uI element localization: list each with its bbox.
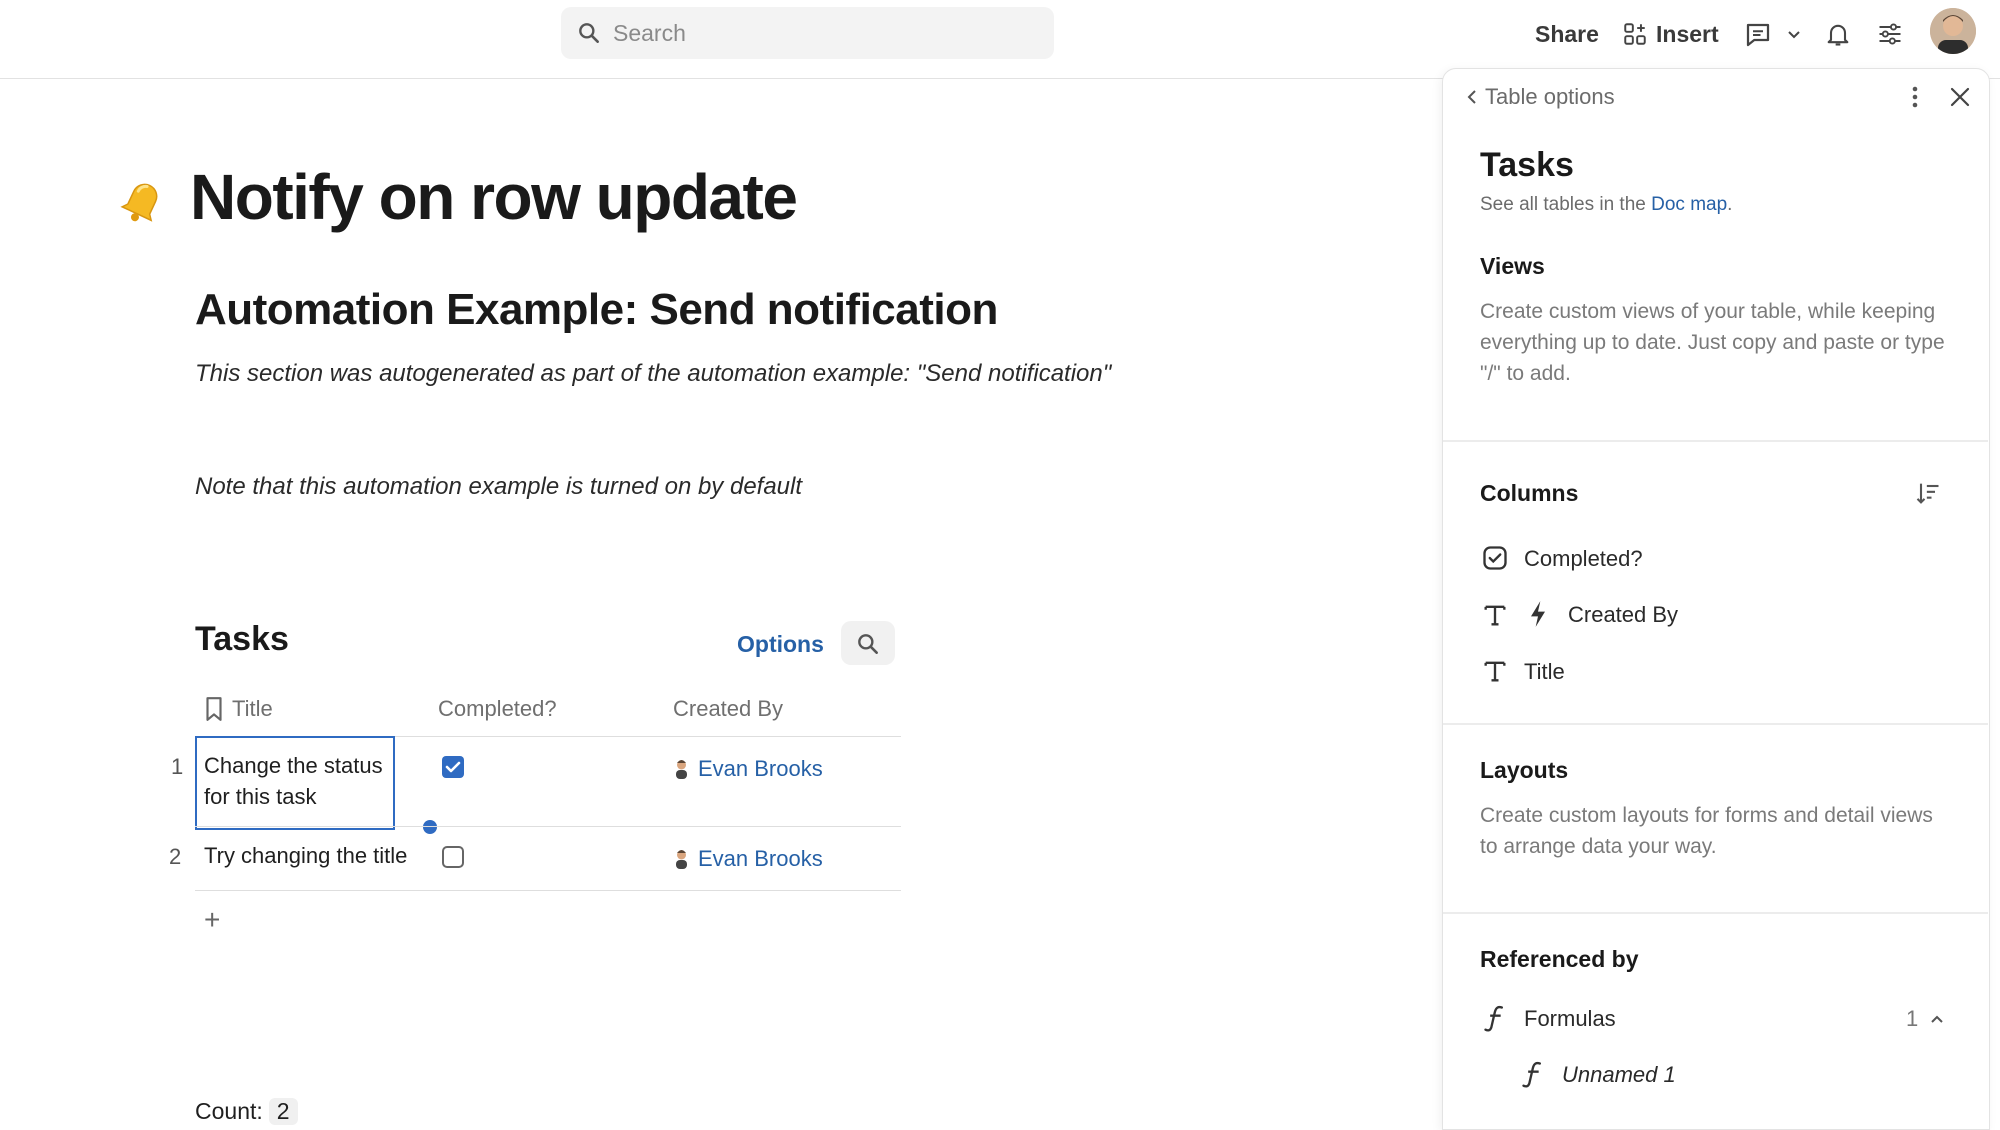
formulas-label: Formulas	[1524, 1006, 1616, 1031]
text-icon	[1484, 605, 1506, 626]
search-icon	[579, 23, 599, 43]
layouts-description: Create custom layouts for forms and deta…	[1480, 804, 1933, 858]
avatar-mini-icon	[676, 760, 687, 779]
title-cell[interactable]: Try changing the title	[204, 840, 407, 871]
bookmark-icon	[206, 697, 222, 721]
avatar[interactable]	[1930, 8, 1976, 54]
panel-subtitle: See all tables in the Doc map.	[1480, 194, 1733, 215]
column-header-completed[interactable]: Completed?	[438, 696, 557, 722]
table-divider	[195, 890, 901, 891]
close-icon[interactable]	[1948, 85, 1972, 109]
bell-icon[interactable]	[1824, 19, 1852, 49]
panel-divider	[1443, 723, 1988, 725]
insert-icon	[1624, 23, 1646, 45]
share-button[interactable]: Share	[1535, 21, 1599, 48]
back-to-table-options[interactable]: Table options	[1465, 84, 1615, 110]
insert-button[interactable]: Insert	[1622, 19, 1726, 49]
comment-icon[interactable]	[1743, 20, 1773, 50]
table-options-button[interactable]: Options	[737, 631, 824, 658]
chevron-left-icon	[1467, 90, 1476, 104]
title-cell-line1: Change the status	[204, 753, 383, 778]
person-name: Evan Brooks	[698, 756, 823, 781]
column-label: Title	[1524, 659, 1565, 684]
chevron-down-icon[interactable]	[1786, 27, 1802, 43]
section-heading: Automation Example: Send notification	[195, 285, 998, 334]
page-title: Notify on row update	[190, 161, 798, 233]
count-label: Count:	[195, 1098, 263, 1124]
views-description: Create custom views of your table, while…	[1480, 300, 1945, 385]
doc-map-link[interactable]: Doc map	[1651, 194, 1727, 215]
text-icon	[1484, 661, 1506, 682]
default-note: Note that this automation example is tur…	[195, 473, 803, 500]
count-value: 2	[268, 1098, 298, 1125]
chevron-up-icon[interactable]	[1929, 1011, 1945, 1027]
fill-handle[interactable]	[423, 820, 437, 834]
formulas-count: 1	[1906, 1006, 1919, 1031]
columns-heading: Columns	[1480, 480, 1579, 506]
search-icon	[858, 634, 878, 654]
back-label: Table options	[1485, 84, 1615, 109]
row-number: 1	[171, 754, 184, 779]
column-header-title[interactable]: Title	[232, 696, 273, 722]
column-label: Completed?	[1524, 546, 1643, 571]
views-heading: Views	[1480, 253, 1545, 279]
lightning-icon	[1531, 601, 1545, 627]
row-number: 2	[169, 844, 182, 869]
avatar-mini-icon	[676, 850, 687, 869]
panel-title: Tasks	[1480, 146, 1574, 184]
person-chip[interactable]: Evan Brooks	[675, 846, 823, 872]
table-search-button[interactable]	[841, 621, 895, 665]
insert-label: Insert	[1656, 21, 1719, 47]
panel-divider	[1443, 912, 1988, 914]
checkbox-icon	[1483, 546, 1507, 570]
bell-emoji-icon	[115, 172, 171, 233]
table-count: Count: 2	[195, 1098, 298, 1125]
sort-icon[interactable]	[1914, 479, 1942, 507]
formula-icon	[1522, 1061, 1541, 1088]
title-cell-line2: for this task	[204, 784, 317, 809]
checkbox-unchecked[interactable]	[441, 845, 465, 869]
formula-icon	[1484, 1005, 1503, 1032]
formula-name: Unnamed 1	[1562, 1062, 1676, 1087]
person-name: Evan Brooks	[698, 846, 823, 871]
layouts-heading: Layouts	[1480, 757, 1569, 783]
add-row-button[interactable]: +	[204, 904, 220, 936]
person-chip[interactable]: Evan Brooks	[675, 756, 823, 782]
panel-divider	[1443, 440, 1988, 442]
table-title: Tasks	[195, 620, 289, 658]
search-placeholder: Search	[613, 20, 686, 46]
checkbox-checked[interactable]	[441, 755, 465, 779]
referenced-by-heading: Referenced by	[1480, 946, 1639, 972]
table-divider	[195, 826, 901, 827]
more-vertical-icon[interactable]	[1905, 84, 1925, 110]
column-header-created-by[interactable]: Created By	[673, 696, 783, 722]
settings-sliders-icon[interactable]	[1876, 20, 1904, 48]
autogen-note: This section was autogenerated as part o…	[195, 360, 1112, 387]
search-input[interactable]: Search	[561, 7, 1054, 59]
column-label: Created By	[1568, 602, 1679, 627]
